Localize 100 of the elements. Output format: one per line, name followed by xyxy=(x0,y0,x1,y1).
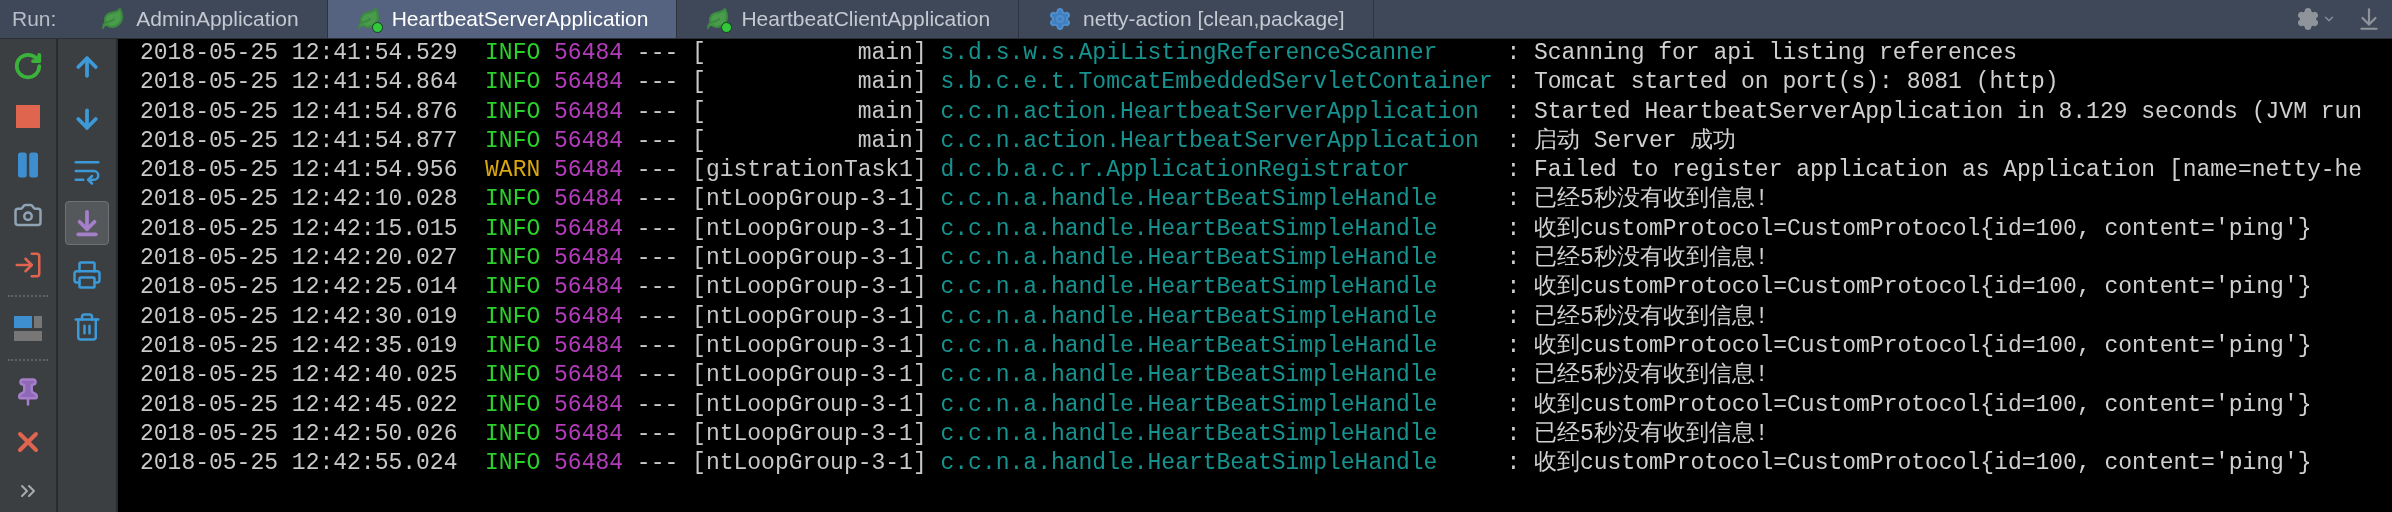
log-thread: [ntLoopGroup-3-1] xyxy=(692,361,927,391)
log-level: INFO xyxy=(485,39,542,68)
run-tab[interactable]: HeartbeatServerApplication xyxy=(327,0,678,38)
log-thread: [ntLoopGroup-3-1] xyxy=(692,185,927,215)
log-pid: 56484 xyxy=(554,156,624,186)
log-logger: c.c.n.action.HeartbeatServerApplication xyxy=(940,97,1480,127)
log-thread: [ main] xyxy=(692,126,927,156)
log-separator: --- xyxy=(636,214,679,244)
log-logger: c.c.n.a.handle.HeartBeatSimpleHandle xyxy=(940,185,1439,215)
log-level: INFO xyxy=(485,449,542,479)
log-message: : 已经5秒没有收到信息! xyxy=(1506,244,1769,274)
log-level: WARN xyxy=(485,156,542,186)
run-label: Run: xyxy=(11,6,58,32)
log-pid: 56484 xyxy=(554,39,624,68)
log-logger: c.c.n.a.handle.HeartBeatSimpleHandle xyxy=(940,361,1439,391)
log-level: INFO xyxy=(485,331,542,361)
log-timestamp: 2018-05-25 12:42:55.024 xyxy=(140,449,458,479)
settings-icon xyxy=(2296,7,2320,31)
log-message: : Scanning for api listing references xyxy=(1506,39,2018,68)
log-thread: [ntLoopGroup-3-1] xyxy=(692,390,927,420)
log-thread: [ntLoopGroup-3-1] xyxy=(692,302,927,332)
log-timestamp: 2018-05-25 12:42:40.025 xyxy=(140,361,458,391)
layout-icon xyxy=(13,313,43,344)
log-message: : Tomcat started on port(s): 8081 (http) xyxy=(1506,68,2059,98)
log-separator: --- xyxy=(636,68,679,98)
log-message: : 收到customProtocol=CustomProtocol{id=100, content='ping'} xyxy=(1506,214,2312,244)
log-thread: [ main] xyxy=(692,68,927,98)
log-timestamp: 2018-05-25 12:42:50.026 xyxy=(140,419,458,449)
log-thread: [gistrationTask1] xyxy=(692,156,927,186)
log-pid: 56484 xyxy=(554,390,624,420)
log-logger: c.c.n.a.handle.HeartBeatSimpleHandle xyxy=(940,244,1439,274)
log-separator: --- xyxy=(636,97,679,127)
run-tab[interactable]: AdminApplication xyxy=(72,0,328,38)
log-separator: --- xyxy=(636,449,679,479)
log-separator: --- xyxy=(636,361,679,391)
log-timestamp: 2018-05-25 12:41:54.876 xyxy=(140,97,458,127)
log-separator: --- xyxy=(636,244,679,274)
log-level: INFO xyxy=(485,390,542,420)
log-timestamp: 2018-05-25 12:41:54.877 xyxy=(140,126,458,156)
log-separator: --- xyxy=(636,185,679,215)
log-message: : 已经5秒没有收到信息! xyxy=(1506,185,1769,215)
log-level: INFO xyxy=(485,244,542,274)
running-app-icon xyxy=(355,6,382,32)
log-separator: --- xyxy=(636,39,679,68)
log-separator: --- xyxy=(636,331,679,361)
log-pid: 56484 xyxy=(554,68,624,98)
log-timestamp: 2018-05-25 12:41:54.529 xyxy=(140,39,458,68)
log-level: INFO xyxy=(485,126,542,156)
log-message: : Failed to register application as Application [name=netty-he xyxy=(1506,156,2363,186)
log-logger: c.c.n.a.handle.HeartBeatSimpleHandle xyxy=(940,331,1439,361)
log-level: INFO xyxy=(485,68,542,98)
log-thread: [ntLoopGroup-3-1] xyxy=(692,419,927,449)
log-thread: [ main] xyxy=(692,97,927,127)
running-app-icon xyxy=(705,6,732,32)
log-separator: --- xyxy=(636,156,679,186)
log-separator: --- xyxy=(636,126,679,156)
log-level: INFO xyxy=(485,214,542,244)
log-level: INFO xyxy=(485,185,542,215)
run-tab[interactable]: HeartbeatClientApplication xyxy=(677,0,1020,38)
log-message: : 收到customProtocol=CustomProtocol{id=100, content='ping'} xyxy=(1506,449,2312,479)
log-pid: 56484 xyxy=(554,185,624,215)
log-timestamp: 2018-05-25 12:42:25.014 xyxy=(140,273,458,303)
trash-icon xyxy=(72,312,102,342)
log-thread: [ntLoopGroup-3-1] xyxy=(692,273,927,303)
log-thread: [ main] xyxy=(692,39,927,68)
log-pid: 56484 xyxy=(554,244,624,274)
log-timestamp: 2018-05-25 12:42:15.015 xyxy=(140,214,458,244)
log-timestamp: 2018-05-25 12:41:54.864 xyxy=(140,68,458,98)
print-icon xyxy=(72,260,102,290)
log-thread: [ntLoopGroup-3-1] xyxy=(692,449,927,479)
log-level: INFO xyxy=(485,361,542,391)
log-logger: s.b.c.e.t.TomcatEmbeddedServletContainer xyxy=(940,68,1494,98)
log-message: : 收到customProtocol=CustomProtocol{id=100, content='ping'} xyxy=(1506,273,2312,303)
log-thread: [ntLoopGroup-3-1] xyxy=(692,244,927,274)
log-separator: --- xyxy=(636,390,679,420)
log-logger: c.c.n.a.handle.HeartBeatSimpleHandle xyxy=(940,273,1439,303)
log-message: : 已经5秒没有收到信息! xyxy=(1506,361,1769,391)
log-level: INFO xyxy=(485,419,542,449)
log-timestamp: 2018-05-25 12:42:35.019 xyxy=(140,331,458,361)
log-logger: c.c.n.a.handle.HeartBeatSimpleHandle xyxy=(940,449,1439,479)
log-pid: 56484 xyxy=(554,302,624,332)
run-tab[interactable]: netty-action [clean,package] xyxy=(1019,0,1374,38)
log-pid: 56484 xyxy=(554,273,624,303)
log-logger: d.c.b.a.c.r.ApplicationRegistrator xyxy=(940,156,1411,186)
scroll-to-end-button[interactable] xyxy=(65,201,109,245)
log-timestamp: 2018-05-25 12:42:45.022 xyxy=(140,390,458,420)
log-timestamp: 2018-05-25 12:42:10.028 xyxy=(140,185,458,215)
log-pid: 56484 xyxy=(554,126,624,156)
log-pid: 56484 xyxy=(554,331,624,361)
log-level: INFO xyxy=(485,302,542,332)
log-thread: [ntLoopGroup-3-1] xyxy=(692,331,927,361)
log-logger: c.c.n.a.handle.HeartBeatSimpleHandle xyxy=(940,419,1439,449)
log-pid: 56484 xyxy=(554,214,624,244)
log-thread: [ntLoopGroup-3-1] xyxy=(692,214,927,244)
log-pid: 56484 xyxy=(554,419,624,449)
log-logger: c.c.n.a.handle.HeartBeatSimpleHandle xyxy=(940,302,1439,332)
log-message: : 已经5秒没有收到信息! xyxy=(1506,302,1769,332)
log-logger: c.c.n.a.handle.HeartBeatSimpleHandle xyxy=(940,390,1439,420)
log-separator: --- xyxy=(636,273,679,303)
log-pid: 56484 xyxy=(554,361,624,391)
